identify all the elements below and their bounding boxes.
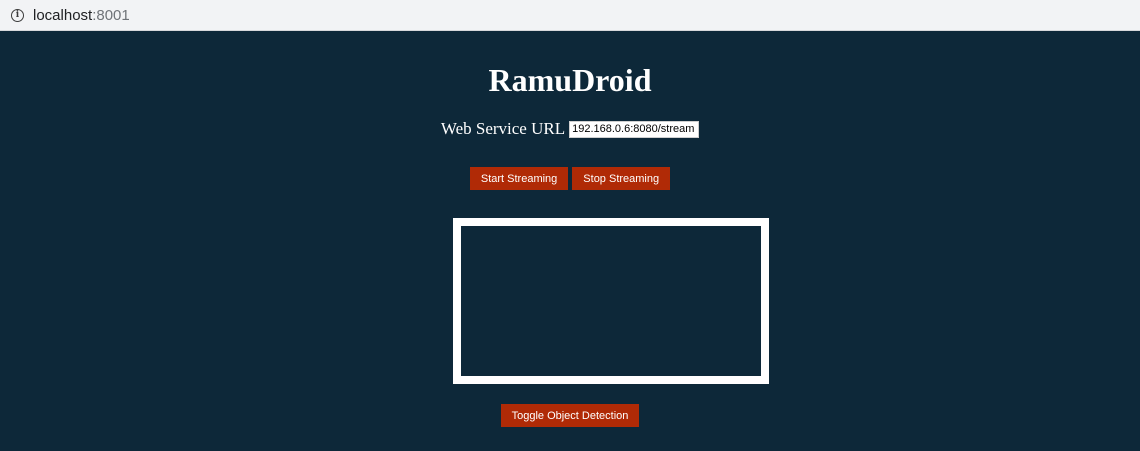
browser-address-bar[interactable]: i localhost :8001 [0,0,1140,31]
video-stream-frame [453,218,769,384]
toggle-object-detection-button[interactable]: Toggle Object Detection [500,404,640,427]
stop-streaming-button[interactable]: Stop Streaming [572,167,671,190]
start-streaming-button[interactable]: Start Streaming [469,167,569,190]
service-url-input[interactable] [569,120,700,138]
detection-controls: Toggle Object Detection [0,404,1140,427]
service-url-label: Web Service URL [440,119,566,138]
url-host: localhost [33,6,93,24]
stream-controls: Start Streaming Stop Streaming [0,167,1140,190]
url-port: :8001 [92,6,130,24]
info-icon[interactable]: i [11,8,24,22]
service-url-row: Web Service URL [0,119,1140,139]
page-body: RamuDroid Web Service URL Start Streamin… [0,31,1140,451]
page-title: RamuDroid [488,62,652,98]
